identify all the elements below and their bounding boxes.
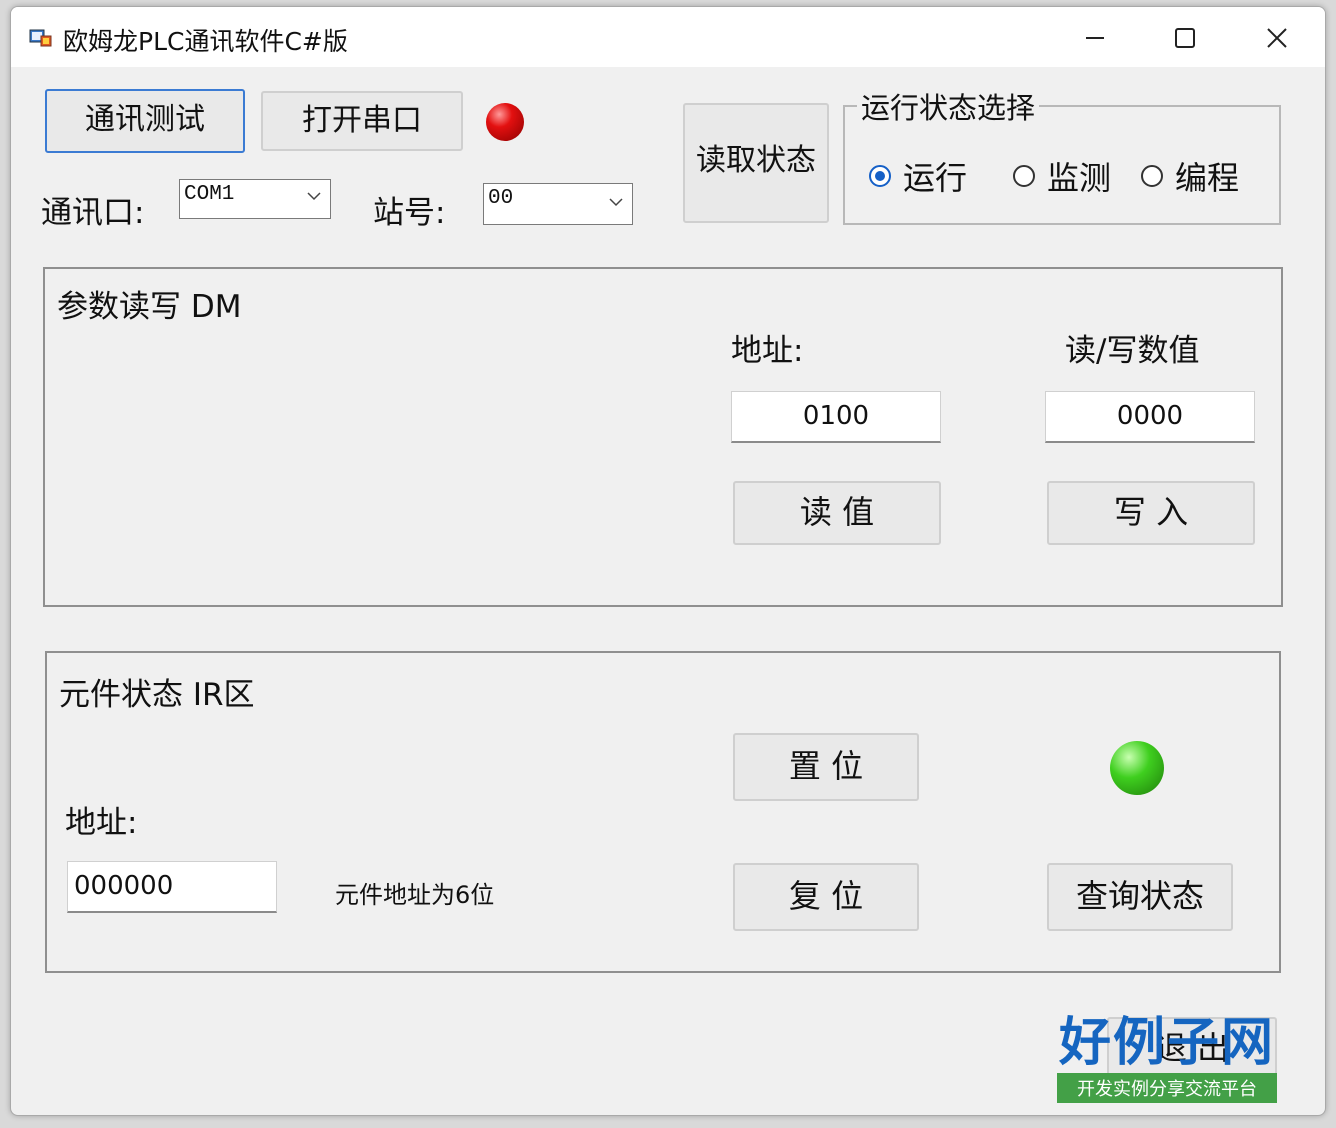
dm-group-title: 参数读写 DM bbox=[57, 289, 242, 325]
read-value-button[interactable]: 读 值 bbox=[733, 481, 941, 545]
window-title: 欧姆龙PLC通讯软件C#版 bbox=[63, 27, 348, 56]
chevron-down-icon bbox=[609, 198, 623, 207]
reset-bit-button[interactable]: 复 位 bbox=[733, 863, 919, 931]
ir-address-label: 地址: bbox=[65, 805, 138, 841]
main-window: 欧姆龙PLC通讯软件C#版 通讯测试 打开串口 通讯口: COM1 站号: 00… bbox=[10, 6, 1326, 1116]
radio-monitor[interactable]: 监测 bbox=[1013, 153, 1111, 199]
minimize-button[interactable] bbox=[1049, 7, 1141, 67]
radio-monitor-label: 监测 bbox=[1047, 159, 1112, 197]
ir-status-led bbox=[1110, 741, 1164, 795]
comm-test-button[interactable]: 通讯测试 bbox=[45, 89, 245, 153]
open-port-button[interactable]: 打开串口 bbox=[261, 91, 463, 151]
close-button[interactable] bbox=[1231, 7, 1323, 67]
ir-address-input[interactable]: 000000 bbox=[67, 861, 277, 913]
port-select-value: COM1 bbox=[184, 183, 235, 206]
dm-value-input[interactable]: 0000 bbox=[1045, 391, 1255, 443]
radio-monitor-indicator bbox=[1013, 165, 1035, 187]
dm-address-input[interactable]: 0100 bbox=[731, 391, 941, 443]
query-status-button[interactable]: 查询状态 bbox=[1047, 863, 1233, 931]
radio-program-indicator bbox=[1141, 165, 1163, 187]
dm-address-label: 地址: bbox=[731, 333, 804, 369]
maximize-icon bbox=[1175, 27, 1195, 48]
watermark-sub: 开发实例分享交流平台 bbox=[1057, 1073, 1277, 1103]
minimize-icon bbox=[1086, 36, 1104, 39]
dm-value-label: 读/写数值 bbox=[1065, 333, 1200, 369]
ir-address-hint: 元件地址为6位 bbox=[335, 881, 495, 909]
run-state-title: 运行状态选择 bbox=[857, 85, 1040, 127]
radio-run-label: 运行 bbox=[903, 159, 968, 197]
set-bit-button[interactable]: 置 位 bbox=[733, 733, 919, 801]
read-status-button[interactable]: 读取状态 bbox=[683, 103, 829, 223]
station-select-value: 00 bbox=[488, 187, 514, 210]
port-select[interactable]: COM1 bbox=[179, 179, 331, 219]
radio-run[interactable]: 运行 bbox=[869, 153, 967, 199]
port-status-led bbox=[486, 103, 524, 141]
watermark-main: 好例子网 bbox=[1058, 1013, 1275, 1073]
maximize-button[interactable] bbox=[1139, 7, 1231, 67]
ir-group-title: 元件状态 IR区 bbox=[59, 677, 255, 713]
title-bar: 欧姆龙PLC通讯软件C#版 bbox=[11, 7, 1325, 67]
radio-program[interactable]: 编程 bbox=[1141, 153, 1239, 199]
write-value-button[interactable]: 写 入 bbox=[1047, 481, 1255, 545]
station-label: 站号: bbox=[373, 195, 446, 231]
close-icon bbox=[1267, 27, 1287, 48]
radio-program-label: 编程 bbox=[1175, 159, 1240, 197]
run-state-options: 运行 监测 编程 bbox=[869, 153, 1269, 197]
port-label: 通讯口: bbox=[41, 195, 145, 231]
watermark-logo: 好例子网 开发实例分享交流平台 bbox=[1057, 1013, 1277, 1103]
app-icon bbox=[29, 29, 52, 47]
radio-run-indicator bbox=[869, 165, 891, 187]
station-select[interactable]: 00 bbox=[483, 183, 633, 225]
chevron-down-icon bbox=[307, 192, 321, 201]
